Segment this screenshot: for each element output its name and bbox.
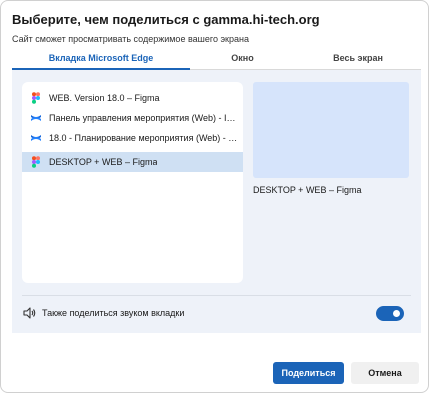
speaker-icon [23, 307, 36, 319]
list-item[interactable]: Панель управления мероприятия (Web) - IV… [22, 108, 243, 128]
list-item[interactable]: 18.0 - Планирование мероприятия (Web) - … [22, 128, 243, 148]
share-dialog: Выберите, чем поделиться с gamma.hi-tech… [0, 0, 429, 393]
share-audio-label: Также поделиться звуком вкладки [42, 308, 185, 318]
tab-bar: Вкладка Microsoft Edge Окно Весь экран [12, 51, 421, 70]
confluence-icon [31, 115, 41, 121]
preview-label: DESKTOP + WEB – Figma [253, 185, 362, 195]
list-item-label: DESKTOP + WEB – Figma [49, 157, 158, 167]
list-item-label: WEB. Version 18.0 – Figma [49, 93, 160, 103]
confluence-icon [31, 135, 41, 141]
toggle-knob [393, 310, 400, 317]
tab-list: WEB. Version 18.0 – Figma Панель управле… [22, 82, 243, 283]
tab-edge-tab[interactable]: Вкладка Microsoft Edge [12, 51, 190, 70]
share-audio-toggle[interactable] [376, 306, 404, 321]
list-item-label: Панель управления мероприятия (Web) - IV… [49, 113, 239, 123]
cancel-button[interactable]: Отмена [351, 362, 419, 384]
tab-window[interactable]: Окно [190, 51, 295, 70]
figma-icon [32, 92, 40, 104]
list-item-selected[interactable]: DESKTOP + WEB – Figma [22, 152, 243, 172]
dialog-title: Выберите, чем поделиться с gamma.hi-tech… [12, 12, 320, 27]
list-item-label: 18.0 - Планирование мероприятия (Web) - … [49, 133, 239, 143]
dialog-subtitle: Сайт сможет просматривать содержимое ваш… [12, 34, 249, 44]
preview-thumbnail [253, 82, 409, 178]
divider [22, 295, 411, 296]
figma-icon [32, 156, 40, 168]
list-item[interactable]: WEB. Version 18.0 – Figma [22, 88, 243, 108]
share-button[interactable]: Поделиться [273, 362, 344, 384]
tab-full-screen[interactable]: Весь экран [295, 51, 421, 70]
content-panel: WEB. Version 18.0 – Figma Панель управле… [12, 70, 421, 333]
